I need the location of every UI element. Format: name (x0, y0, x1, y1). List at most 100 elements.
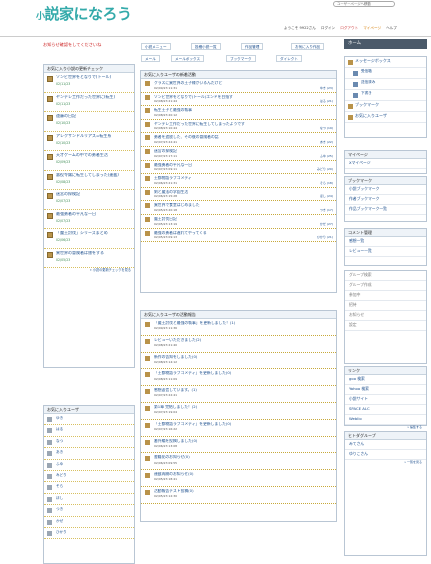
report-row[interactable]: 「魔王討伐と最強の執事」を更新しました！(1) 02/09/23 11:36 (141, 319, 336, 336)
novel-title[interactable]: ヤンデレ工作だった世界に(転生) (56, 95, 131, 99)
user-search-input[interactable]: ユーザーページへ移動 (333, 1, 395, 7)
nav-tab[interactable]: ダイレクト (276, 55, 302, 62)
menu-item[interactable]: 送信済み (345, 79, 426, 90)
report-row[interactable]: 書籍化のお知らせ(0) 02/06/23 09:55 (141, 453, 336, 471)
external-link[interactable]: Yahoo 検索 (345, 385, 426, 395)
group-link[interactable]: お知らせ (345, 311, 426, 321)
report-row[interactable]: 活動報告テスト投稿(0) 02/05/23 12:30 (141, 487, 336, 504)
report-title[interactable]: 「魔王討伐と最強の執事」を更新しました！(1) (154, 321, 333, 325)
user-row[interactable]: みどり (44, 471, 134, 483)
activity-row[interactable]: ヤンデレ工作だった世界に転生してしまったようです 02/08/23 10:44 なつ… (141, 120, 336, 134)
user-row[interactable]: そら (44, 482, 134, 494)
user-name[interactable]: ほし (56, 496, 63, 500)
external-link[interactable]: goo 検索 (345, 375, 426, 385)
novel-row[interactable]: 遠藤の日記 02/10/23 (44, 112, 134, 132)
user-bar-link[interactable]: ようこそ 9922さん (284, 26, 316, 30)
group-member-link[interactable]: ゆりこさん (345, 450, 426, 460)
user-bar-link[interactable]: ログアウト (340, 26, 358, 30)
activity-row[interactable]: クラスに異世界の王子様がいるんだけど 02/09/23 11:31 ゆき (23) (141, 79, 336, 93)
novel-row[interactable]: 異世界の冒険者は旅をする 02/05/23 (44, 249, 134, 268)
report-title[interactable]: レビューいただきました(2) (154, 338, 333, 342)
activity-row[interactable]: 王都物語ラブコメディ 02/06/23 21:31 そら (18) (141, 174, 336, 188)
activity-row[interactable]: 勇者を追放した、その後の冒険者の話 02/07/23 22:41 あき (22) (141, 133, 336, 147)
comment-link[interactable]: レビュー一覧 (345, 247, 426, 257)
activity-author[interactable]: ふゆ (25) (320, 154, 333, 158)
menu-label[interactable]: 送信済み (361, 80, 375, 84)
external-link[interactable]: SPACE ALC (345, 405, 426, 415)
external-link[interactable]: 小説サイト (345, 395, 426, 405)
report-row[interactable]: 感想返信しています。(1) 02/07/23 22:41 (141, 386, 336, 403)
report-title[interactable]: 感想返信しています。(1) (154, 388, 333, 392)
activity-author[interactable]: つき (17) (320, 208, 333, 212)
report-row[interactable]: 「王都物語ラブコメディ」を更新しました(0) 02/07/23 16:22 (141, 420, 336, 437)
notice-alert[interactable]: お知らせ確認をしてくださいね (43, 42, 101, 48)
activity-author[interactable]: あき (22) (320, 140, 333, 144)
report-row[interactable]: 「王都物語ラブコメディ」を更新しました(0) 02/08/23 11:09 (141, 369, 336, 387)
comment-link[interactable]: 感想一覧 (345, 237, 426, 247)
nav-tab[interactable]: お気に入り作品 (291, 43, 325, 50)
nav-tab[interactable]: メールボックス (171, 55, 205, 62)
activity-author[interactable]: ほし (24) (320, 195, 333, 199)
novel-row[interactable]: 天才ゲームの中での勇者生活 02/09/23 (44, 151, 134, 171)
activity-author[interactable]: ゆき (23) (320, 86, 333, 90)
user-row[interactable]: かぜ (44, 517, 134, 528)
novel-title[interactable]: 遠藤の日記 (56, 114, 131, 118)
user-row[interactable]: なつ (44, 437, 134, 449)
report-title[interactable]: 番外編を投稿しました(0) (154, 439, 333, 443)
group-link[interactable]: 招待 (345, 301, 426, 311)
activity-title[interactable]: 王都物語ラブコメディ (154, 176, 333, 180)
activity-title[interactable]: 剣と魔法の学園生活 (154, 190, 333, 194)
menu-item[interactable]: 受信箱 (345, 68, 426, 79)
activity-title[interactable]: ゾンビ世界をとなりで(トール)エンドを目指す (154, 95, 333, 99)
activity-author[interactable]: ひかり (21) (317, 235, 333, 239)
activity-title[interactable]: ヤンデレ工作だった世界に転生してしまったようです (154, 122, 333, 126)
group-list-more-link[interactable]: » 一覧を見る (345, 460, 426, 465)
novel-title[interactable]: 悪役令嬢に転生してしまった(連載) (56, 173, 131, 177)
user-bar-link[interactable]: マイページ (363, 26, 381, 30)
novel-title[interactable]: 「魔王討伐」シリーズまとめ (56, 231, 131, 235)
user-name[interactable]: つき (56, 507, 63, 511)
report-row[interactable]: 新作の告知をしました(0) 02/08/23 14:12 (141, 353, 336, 370)
novel-row[interactable]: アレクサンドルリアス=転生系 02/10/23 (44, 132, 134, 151)
activity-row[interactable]: 最強の勇者は遅れてやってくる 02/05/23 09:13 ひかり (21) (141, 229, 336, 243)
group-member-link[interactable]: みてさん (345, 440, 426, 450)
activity-row[interactable]: 魔王討伐日記 02/05/23 13:19 かぜ (27) (141, 215, 336, 229)
activity-row[interactable]: ゾンビ世界をとなりで(トール)エンドを目指す 02/08/23 21:44 はる (… (141, 93, 336, 107)
activity-author[interactable]: みどり (20) (317, 167, 333, 171)
report-title[interactable]: 第1章 完結しました！(2) (154, 405, 333, 409)
novel-row[interactable]: 最強勇者の平凡な一日 02/07/23 (44, 210, 134, 229)
report-title[interactable]: 「王都物語ラブコメディ」を更新しました(0) (154, 371, 333, 375)
group-link[interactable]: 設定 (345, 321, 426, 331)
novel-title[interactable]: ゾンビ世界をとなりで(トール) (56, 75, 131, 79)
menu-label[interactable]: 下書き (361, 91, 372, 95)
activity-title[interactable]: 転生王子と最強の執事 (154, 108, 333, 112)
menu-item[interactable]: お気に入りユーザ (345, 112, 426, 123)
user-name[interactable]: ひかり (56, 530, 67, 534)
user-row[interactable]: はる (44, 425, 134, 437)
menu-label[interactable]: 受信箱 (361, 69, 372, 73)
activity-title[interactable]: 最強勇者の平凡な一日 (154, 163, 333, 167)
activity-title[interactable]: 勇者を追放した、その後の冒険者の話 (154, 135, 333, 139)
menu-item[interactable]: ブックマーク (345, 101, 426, 112)
more-novels-link[interactable]: » 小説の更新チェックを見る (44, 268, 134, 274)
novel-row[interactable]: ヤンデレ工作だった世界に(転生) 02/11/23 (44, 93, 134, 112)
novel-row[interactable]: 悪役令嬢に転生してしまった(連載) 02/08/23 (44, 171, 134, 190)
novel-title[interactable]: 最強勇者の平凡な一日 (56, 212, 131, 216)
user-name[interactable]: はる (56, 427, 63, 431)
user-name[interactable]: みどり (56, 473, 67, 477)
menu-label[interactable]: ブックマーク (355, 102, 379, 107)
external-link[interactable]: Weblio (345, 415, 426, 425)
activity-title[interactable]: 迷宮の探検記 (154, 149, 333, 153)
activity-title[interactable]: 魔王討伐日記 (154, 217, 333, 221)
menu-item[interactable]: 下書き (345, 90, 426, 101)
user-bar-link[interactable]: ログイン (321, 26, 335, 30)
nav-tab[interactable]: ブックマーク (226, 55, 256, 62)
group-link[interactable]: 参加中 (345, 291, 426, 301)
report-title[interactable]: 書籍化のお知らせ(0) (154, 455, 333, 459)
activity-author[interactable]: なつ (19) (320, 127, 333, 131)
activity-row[interactable]: 最強勇者の平凡な一日 02/07/23 09:11 みどり (20) (141, 161, 336, 175)
report-row[interactable]: 第1章 完結しました！(2) 02/07/23 19:04 (141, 403, 336, 420)
activity-title[interactable]: 最強の勇者は遅れてやってくる (154, 231, 333, 235)
novel-row[interactable]: 「魔王討伐」シリーズまとめ 02/06/23 (44, 229, 134, 249)
nav-tab[interactable]: 小説メニュー (141, 43, 171, 50)
